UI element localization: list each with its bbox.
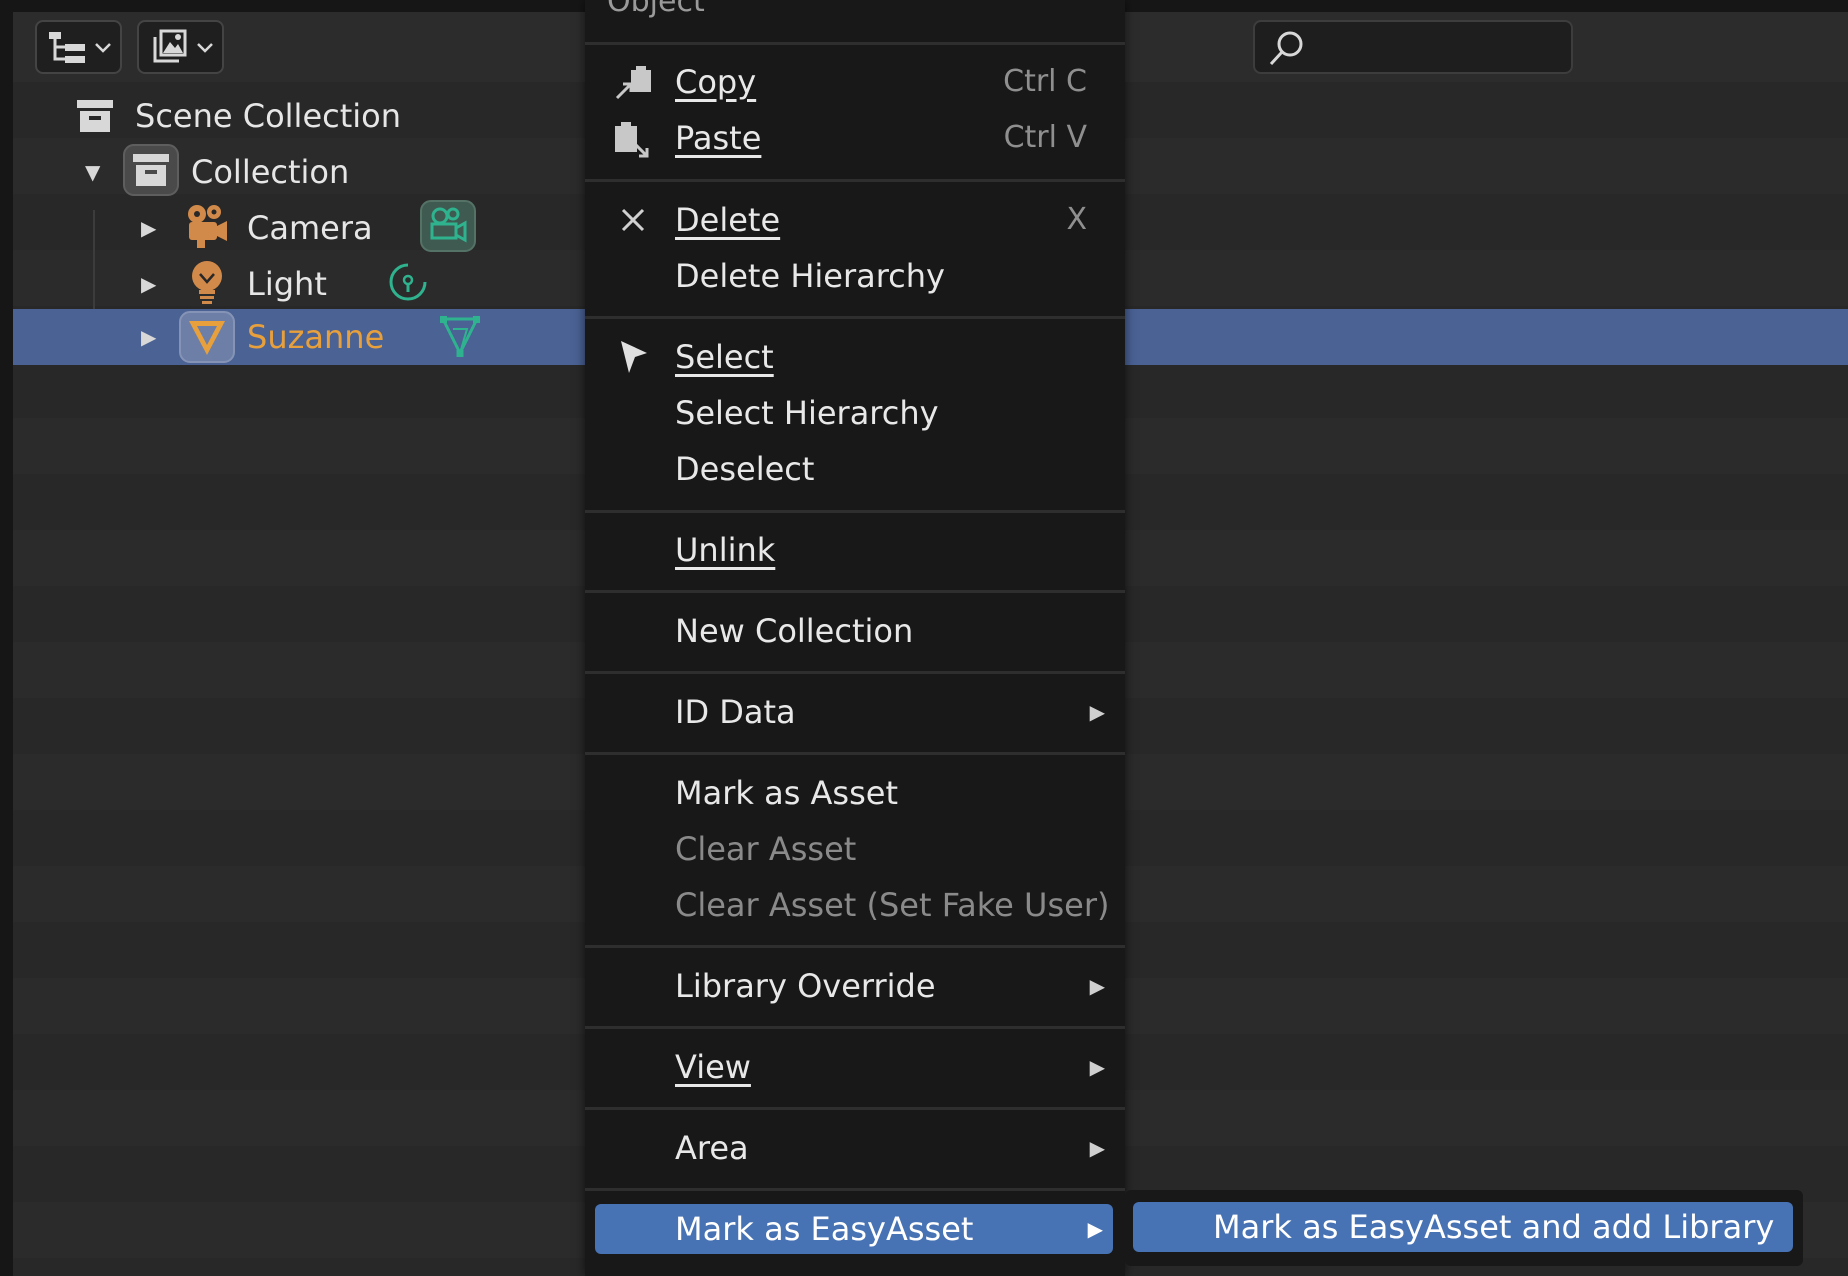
menu-item-label: Library Override — [675, 967, 936, 1005]
light-icon — [192, 261, 222, 304]
chevron-down-icon — [95, 43, 111, 53]
menu-item-mark-as-easyasset[interactable]: Mark as EasyAsset ▶ — [595, 1204, 1113, 1254]
menu-item-label: Mark as Asset — [675, 774, 898, 812]
menu-separator — [585, 1107, 1125, 1110]
menu-item-label: View — [675, 1048, 751, 1086]
menu-item-new-collection[interactable]: New Collection — [585, 603, 1125, 659]
menu-item-label: Mark as EasyAsset and add Library — [1213, 1208, 1775, 1246]
scene-collection-icon — [77, 100, 113, 132]
menu-item-shortcut: X — [1066, 202, 1087, 237]
menu-item-view[interactable]: View ▶ — [585, 1039, 1125, 1095]
menu-separator — [585, 590, 1125, 593]
menu-item-clear-asset-fake-user: Clear Asset (Set Fake User) — [585, 877, 1125, 933]
menu-item-label: Mark as EasyAsset — [675, 1210, 974, 1248]
menu-item-label: Select Hierarchy — [675, 394, 939, 432]
copy-icon — [615, 66, 651, 100]
menu-item-copy[interactable]: Copy Ctrl C — [585, 54, 1125, 110]
mesh-data-icon[interactable] — [438, 313, 482, 359]
disclosure-triangle-collapsed-icon[interactable]: ▶ — [141, 274, 156, 294]
menu-item-label: ID Data — [675, 693, 796, 731]
menu-separator — [585, 1188, 1125, 1191]
submenu-arrow-icon: ▶ — [1089, 974, 1105, 998]
collection-icon — [123, 144, 179, 196]
menu-item-shortcut: Ctrl V — [1003, 120, 1087, 155]
menu-separator — [585, 671, 1125, 674]
disclosure-triangle-collapsed-icon[interactable]: ▶ — [141, 218, 156, 238]
menu-separator — [585, 752, 1125, 755]
close-icon — [621, 208, 645, 232]
menu-separator — [585, 510, 1125, 513]
menu-separator — [585, 42, 1125, 45]
menu-item-label: Copy — [675, 63, 757, 101]
menu-separator — [585, 1026, 1125, 1029]
menu-item-select[interactable]: Select — [585, 329, 1125, 385]
outliner-display-mode-icon — [49, 32, 85, 63]
menu-item-select-hierarchy[interactable]: Select Hierarchy — [585, 385, 1125, 441]
filter-icon — [153, 29, 187, 63]
menu-item-shortcut: Ctrl C — [1003, 64, 1087, 99]
menu-item-label: Delete — [675, 201, 781, 239]
submenu-arrow-icon: ▶ — [1089, 1136, 1105, 1160]
mesh-icon — [179, 311, 235, 363]
menu-item-id-data[interactable]: ID Data ▶ — [585, 684, 1125, 740]
collection-label: Collection — [191, 153, 350, 191]
chevron-down-icon — [197, 43, 213, 53]
menu-item-paste[interactable]: Paste Ctrl V — [585, 110, 1125, 166]
disclosure-triangle-collapsed-icon[interactable]: ▶ — [141, 327, 156, 347]
camera-icon — [188, 205, 227, 248]
menu-separator — [585, 945, 1125, 948]
menu-item-area[interactable]: Area ▶ — [585, 1120, 1125, 1176]
menu-item-delete-hierarchy[interactable]: Delete Hierarchy — [585, 248, 1125, 304]
menu-item-label: Deselect — [675, 450, 815, 488]
menu-item-library-override[interactable]: Library Override ▶ — [585, 958, 1125, 1014]
display-mode-dropdown[interactable] — [35, 20, 122, 74]
menu-item-label: Select — [675, 338, 774, 376]
paste-icon — [615, 122, 649, 158]
left-border — [0, 0, 13, 1276]
search-icon — [1269, 31, 1303, 66]
menu-item-clear-asset: Clear Asset — [585, 821, 1125, 877]
menu-item-unlink[interactable]: Unlink — [585, 522, 1125, 578]
menu-item-label: Paste — [675, 119, 762, 157]
menu-item-label: Clear Asset — [675, 830, 857, 868]
menu-item-mark-as-easyasset-add-library[interactable]: Mark as EasyAsset and add Library — [1133, 1202, 1793, 1252]
cursor-arrow-icon — [621, 341, 647, 373]
search-input[interactable] — [1253, 20, 1573, 74]
menu-item-label: Unlink — [675, 531, 776, 569]
light-data-icon[interactable] — [386, 260, 430, 306]
menu-item-deselect[interactable]: Deselect — [585, 441, 1125, 497]
easyasset-submenu: Mark as EasyAsset and add Library — [1125, 1190, 1803, 1266]
object-name-suzanne: Suzanne — [247, 318, 385, 356]
disclosure-triangle-expanded-icon[interactable]: ▼ — [85, 162, 100, 182]
filter-dropdown[interactable] — [137, 20, 224, 74]
submenu-arrow-icon: ▶ — [1089, 1055, 1105, 1079]
object-name-camera: Camera — [247, 209, 373, 247]
menu-item-label: Clear Asset (Set Fake User) — [675, 886, 1110, 924]
object-name-light: Light — [247, 265, 327, 303]
menu-title: Object — [607, 0, 705, 19]
object-context-menu: Object Copy Ctrl C Paste Ctrl V Delete X… — [585, 0, 1125, 1276]
menu-item-label: Delete Hierarchy — [675, 257, 945, 295]
menu-separator — [585, 316, 1125, 319]
menu-item-label: Area — [675, 1129, 749, 1167]
menu-separator — [585, 179, 1125, 182]
scene-collection-label: Scene Collection — [135, 97, 402, 135]
menu-item-delete[interactable]: Delete X — [585, 192, 1125, 248]
submenu-arrow-icon: ▶ — [1089, 700, 1105, 724]
camera-data-icon[interactable] — [420, 200, 476, 252]
menu-item-label: New Collection — [675, 612, 914, 650]
menu-item-mark-as-asset[interactable]: Mark as Asset — [585, 765, 1125, 821]
submenu-arrow-icon: ▶ — [1087, 1217, 1103, 1241]
